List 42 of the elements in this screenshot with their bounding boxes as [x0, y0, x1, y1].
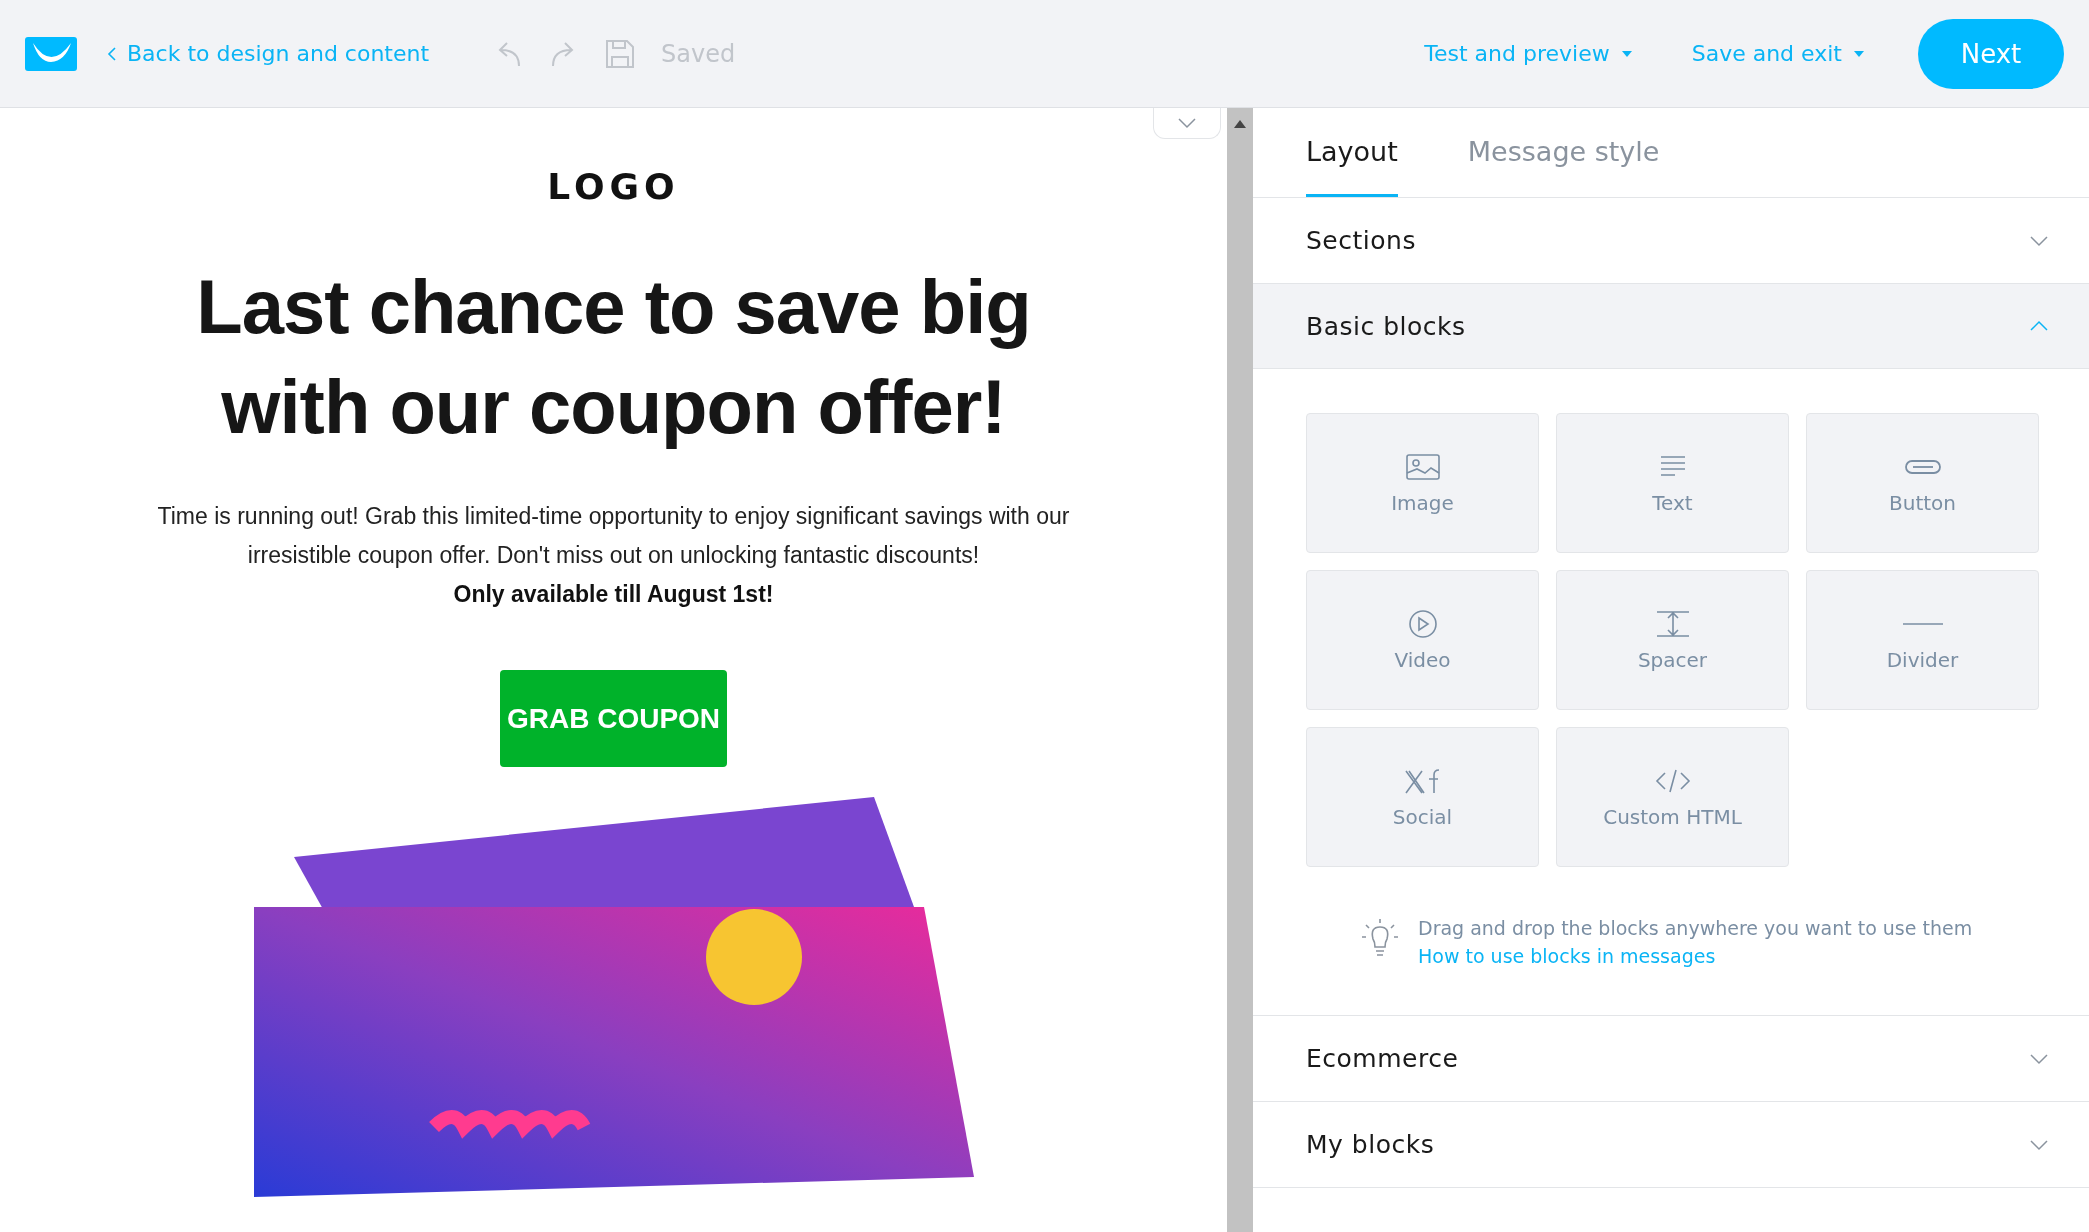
tab[interactable]: Message style: [1467, 108, 1660, 197]
logo-text: LOGO: [547, 166, 680, 207]
save-icon: [605, 38, 636, 69]
block-tile[interactable]: Custom HTML: [1556, 727, 1789, 867]
grab-coupon-button[interactable]: GRAB COUPON: [500, 670, 727, 767]
block-tile[interactable]: Spacer: [1556, 570, 1789, 710]
chevron-down-icon: [2029, 1052, 2049, 1065]
body-text: Time is running out! Grab this limited-time opportunity to enjoy significant savings with our irresistible coupon offer. Don't miss out on unlocking fantastic discounts!: [156, 502, 1071, 570]
line-icon: [1902, 623, 1943, 625]
block-tile[interactable]: Divider: [1806, 570, 2039, 710]
block-label: Divider: [1886, 648, 1959, 672]
dropdown-menu[interactable]: Save and exit: [1685, 40, 1870, 67]
block-tile[interactable]: Text: [1556, 413, 1789, 553]
collapse-tab[interactable]: [1153, 108, 1221, 139]
next-button[interactable]: Next: [1918, 18, 2064, 89]
block-label: Text: [1652, 491, 1693, 515]
back-link[interactable]: Back to design and content: [107, 41, 430, 66]
availability-note: Only available till August 1st!: [453, 580, 774, 609]
block-tile[interactable]: Image: [1306, 413, 1539, 553]
block-label: Custom HTML: [1603, 805, 1742, 829]
block-tile[interactable]: Video: [1306, 570, 1539, 710]
block-label: Spacer: [1637, 648, 1708, 672]
block-label: Image: [1391, 491, 1454, 515]
hint-text: Drag and drop the blocks anywhere you want to use them: [1418, 917, 1973, 939]
help-link[interactable]: How to use blocks in messages: [1418, 945, 1973, 967]
dropdown-menu[interactable]: Test and preview: [1418, 40, 1638, 67]
chevron-down-icon: [2029, 234, 2049, 247]
logo-icon: [25, 36, 77, 71]
chevron-left-icon: [107, 45, 117, 62]
section-header[interactable]: Basic blocks: [1253, 284, 2089, 369]
block-label: Video: [1394, 648, 1451, 672]
scroll-up-icon[interactable]: [1234, 120, 1246, 128]
chevron-down-icon: [1177, 117, 1197, 129]
caret-icon: [1854, 50, 1864, 57]
headline: Last chance to save big with our coupon offer!: [195, 263, 1032, 451]
caret-icon: [1621, 50, 1632, 57]
block-tile[interactable]: Social: [1306, 727, 1539, 867]
chevron-down-icon: [2029, 1138, 2049, 1151]
block-label: Button: [1889, 491, 1956, 515]
block-tile[interactable]: Button: [1806, 413, 2039, 553]
block-label: Social: [1392, 805, 1453, 829]
chevron-up-icon: [2029, 320, 2049, 332]
